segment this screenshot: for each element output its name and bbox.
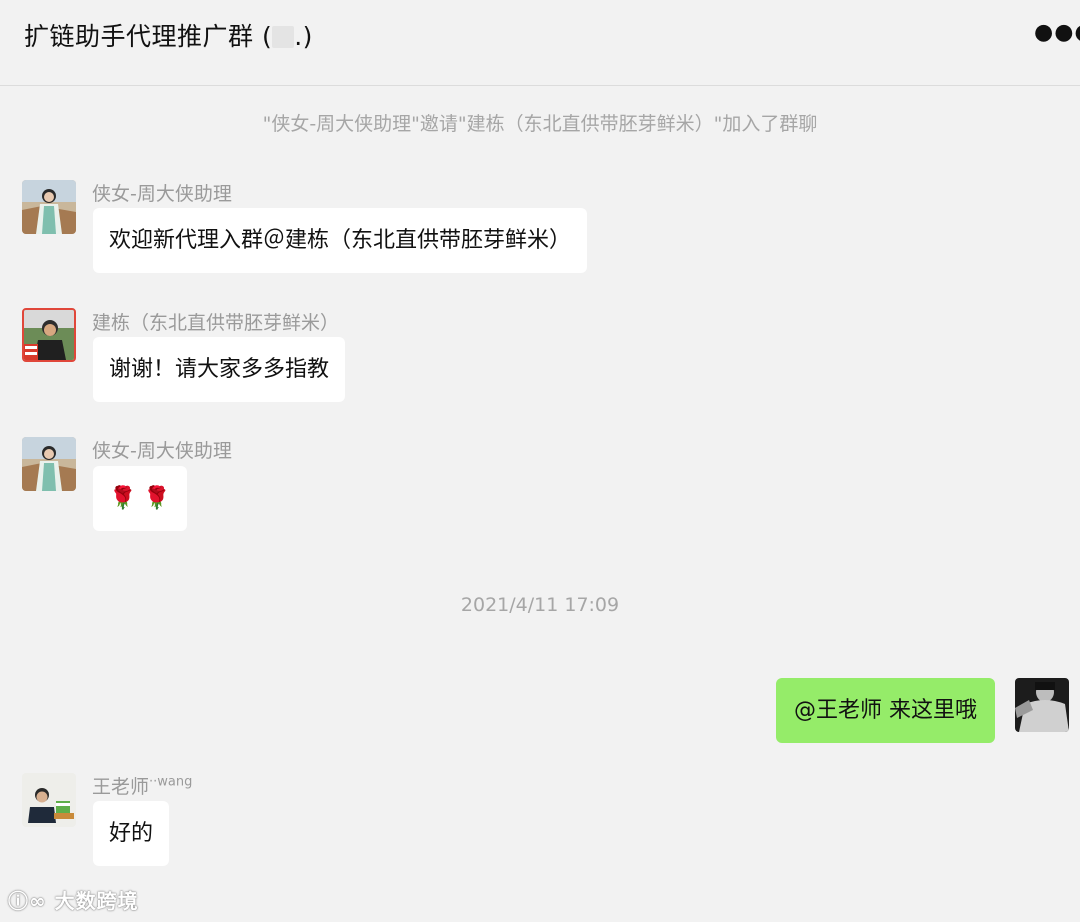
message-bubble[interactable]: 欢迎新代理入群＠建栋（东北直供带胚芽鲜米）	[93, 208, 588, 273]
watermark-text: 大数跨境	[54, 889, 139, 913]
avatar[interactable]	[22, 773, 76, 827]
chat-header: 扩链助手代理推广群 (.) ●●●	[0, 0, 1080, 86]
redacted-block	[272, 26, 295, 48]
avatar[interactable]	[22, 308, 76, 362]
watermark: ⓘ∞ 大数跨境	[8, 885, 139, 914]
chat-title-prefix: 扩链助手代理推广群 (	[24, 22, 273, 51]
watermark-logo-icon: ⓘ∞	[8, 889, 55, 913]
sender-name-text: 王老师	[92, 776, 150, 798]
sender-name: 建栋（东北直供带胚芽鲜米）	[92, 312, 340, 334]
system-invite-message: "侠女-周大侠助理"邀请"建栋（东北直供带胚芽鲜米）"加入了群聊	[262, 113, 818, 135]
sender-name: 侠女-周大侠助理	[92, 183, 232, 205]
sender-name-suffix: ··wang	[149, 774, 193, 790]
avatar[interactable]	[22, 180, 76, 234]
sender-name: 侠女-周大侠助理	[92, 440, 232, 462]
my-message-bubble[interactable]: @王老师 来这里哦	[776, 678, 995, 743]
timestamp: 2021/4/11 17:09	[460, 594, 620, 616]
sender-suffix-text: wang	[157, 774, 193, 790]
chat-title: 扩链助手代理推广群 (.)	[24, 17, 313, 53]
my-avatar[interactable]	[1015, 678, 1069, 732]
message-bubble[interactable]: 🌹 🌹	[93, 466, 187, 531]
message-bubble[interactable]: 好的	[93, 801, 170, 866]
sender-name: 王老师··wang	[92, 772, 192, 799]
chat-title-suffix: .)	[294, 22, 313, 51]
avatar[interactable]	[22, 437, 76, 491]
message-bubble[interactable]: 谢谢！请大家多多指教	[93, 337, 346, 402]
more-dots-icon[interactable]: ●●●	[1034, 18, 1080, 48]
